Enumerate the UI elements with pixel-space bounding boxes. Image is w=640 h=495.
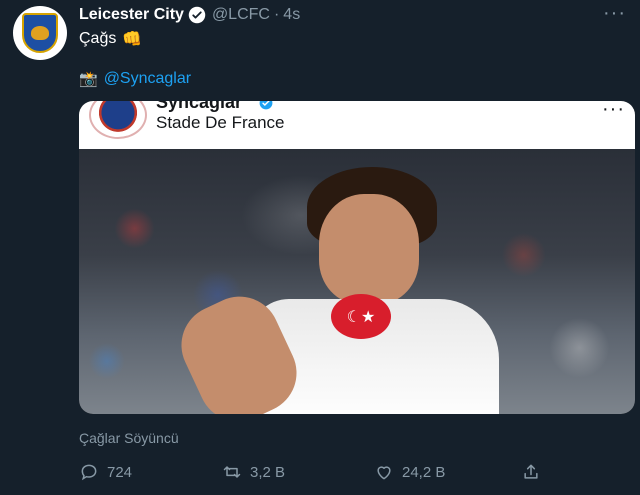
tweet-text-content: Çağs [79,30,117,47]
embedded-location: Stade De France [156,113,285,132]
fist-emoji-icon: 👊 [122,31,143,48]
embedded-author-name: Syncaglar [156,101,243,112]
like-icon [377,466,391,480]
tweet-text: Çağs 👊 [79,29,142,49]
like-count: 24,2 B [402,463,446,481]
embedded-more-icon: ··· [602,101,625,120]
share-icon [524,464,538,479]
fox-emblem [31,26,49,40]
tweet-header: Leicester City @LCFC · 4s [79,6,300,24]
author-avatar[interactable] [13,6,67,60]
retweet-button[interactable]: 3,2 B [222,462,285,482]
like-button[interactable]: 24,2 B [374,462,445,482]
embedded-card-header: Syncaglar Stade De France ··· [79,101,635,149]
retweet-count: 3,2 B [250,463,286,481]
leicester-crest-logo [22,13,58,53]
embedded-media-card[interactable]: ☾★ Syncaglar Stade De France ··· [79,101,635,414]
embedded-avatar [89,101,147,139]
reply-icon [81,464,97,481]
separator-dot: · [273,6,280,23]
share-button[interactable] [521,462,541,482]
embedded-verified-icon [259,101,273,110]
tweet-actions: 724 3,2 B 24,2 B [79,462,549,486]
tweet-more-button[interactable]: ··· [603,2,626,25]
mention-line: 📸 @Syncaglar [79,70,191,88]
camera-emoji-icon: 📸 [79,71,98,88]
author-name[interactable]: Leicester City [79,6,184,24]
tweet-time[interactable]: 4s [283,6,300,24]
reply-button[interactable]: 724 [79,462,132,482]
turkish-flag-icon: ☾★ [331,294,391,339]
player-face [319,194,419,304]
player-photo[interactable]: ☾★ [79,149,635,414]
verified-badge-icon [188,6,206,24]
author-handle[interactable]: @LCFC [212,6,270,24]
photo-caption: Çağlar Söyüncü [79,430,179,446]
retweet-icon [223,466,241,478]
mention-link[interactable]: @Syncaglar [104,70,191,88]
reply-count: 724 [107,463,133,481]
